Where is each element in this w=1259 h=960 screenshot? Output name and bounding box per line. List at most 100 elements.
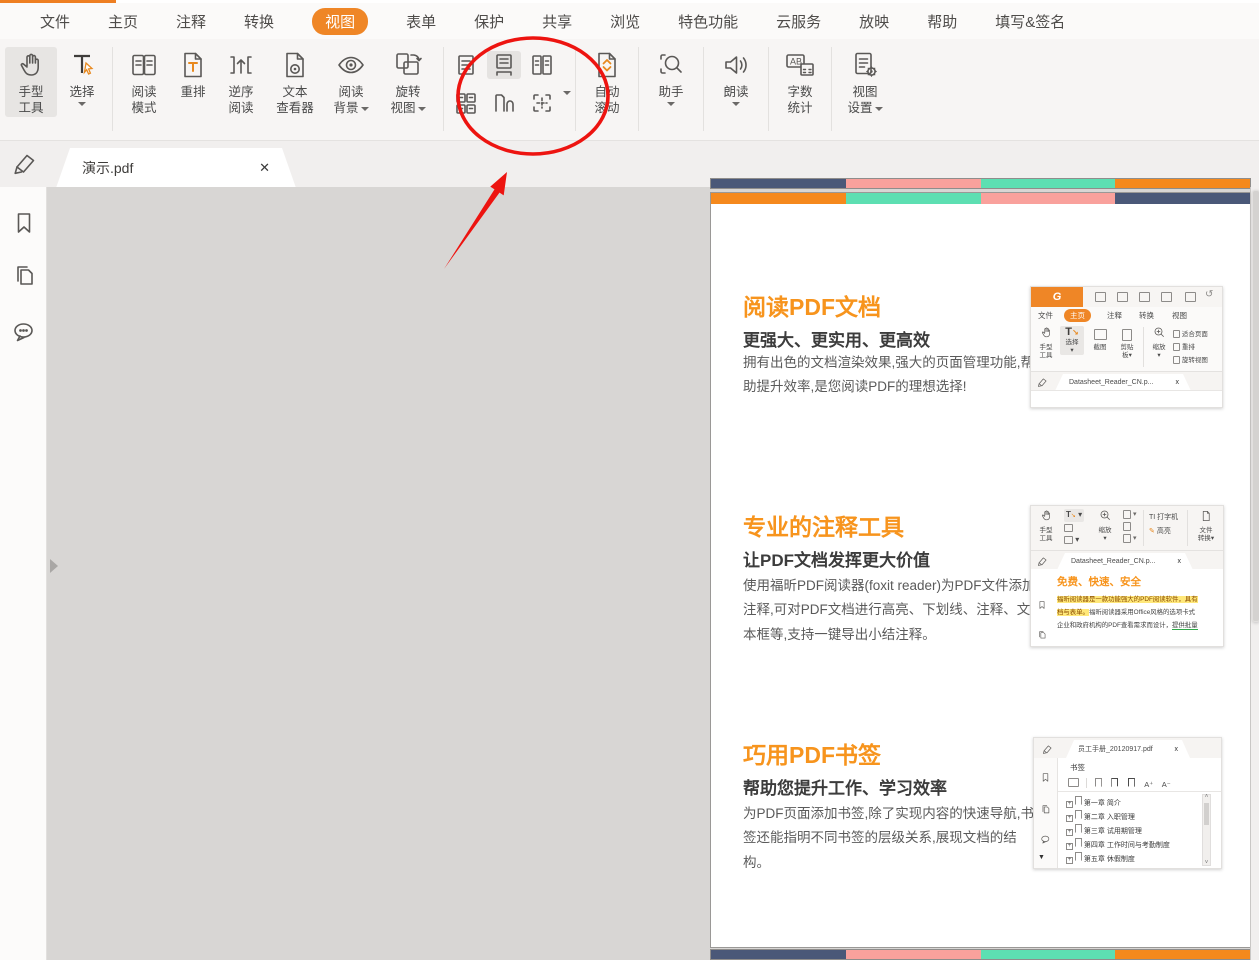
comments-panel-icon[interactable] [11, 319, 37, 350]
reading-background-button[interactable]: 阅读背景 [324, 47, 378, 117]
mini-comments-icon [1040, 832, 1051, 850]
menu-view-active[interactable]: 视图 [312, 8, 368, 35]
pages-panel-icon[interactable] [11, 263, 37, 294]
word-count-icon: AB [783, 49, 817, 81]
mini-overflow-arrow: ▼ [1038, 854, 1045, 861]
tab-close-icon[interactable]: ✕ [259, 160, 270, 176]
menu-protect[interactable]: 保护 [474, 11, 504, 32]
auto-scroll-button[interactable]: 自动滚动 [581, 47, 633, 117]
scrollbar-thumb[interactable] [1252, 190, 1259, 622]
mini-page-stack: ▾ ▾ [1123, 509, 1136, 545]
mini-bookmark-icon [1037, 597, 1047, 615]
eye-icon [336, 49, 366, 81]
menu-cloud[interactable]: 云服务 [776, 11, 821, 32]
menu-present[interactable]: 放映 [859, 11, 889, 32]
assistant-magnifier-icon [656, 49, 686, 81]
menu-share[interactable]: 共享 [542, 11, 572, 32]
section-subtitle: 更强大、更实用、更高效 [743, 326, 930, 351]
hand-tool-button[interactable]: 手型 工具 [5, 47, 57, 117]
chevron-down-icon [667, 102, 675, 106]
toolbar-divider [443, 47, 444, 131]
text-viewer-button[interactable]: 文本查看器 [266, 47, 324, 117]
text-viewer-icon [280, 49, 310, 81]
read-aloud-button[interactable]: 朗读 [709, 47, 763, 106]
menu-home[interactable]: 主页 [108, 11, 138, 32]
next-page-top-stripe [710, 949, 1251, 960]
chevron-down-icon [418, 107, 426, 111]
chevron-down-icon [78, 102, 86, 106]
chevron-down-icon[interactable] [563, 91, 571, 95]
mini-menu-view: 视图 [1172, 310, 1187, 321]
pencil-icon[interactable] [12, 151, 38, 182]
reflow-button[interactable]: 重排 [170, 47, 216, 100]
prev-page-bottom-stripe [710, 178, 1251, 189]
section-title-read-pdf: 阅读PDF文档 [743, 288, 881, 322]
facing-layout-button[interactable] [525, 51, 559, 79]
reflow-page-icon [178, 49, 208, 81]
sidebar-expand-handle[interactable] [50, 559, 58, 573]
menu-convert[interactable]: 转换 [244, 11, 274, 32]
mini-content-heading: 免费、快速、安全 [1057, 574, 1141, 589]
mini-tool-stack: T↘ ▾ ▾ [1064, 509, 1084, 546]
select-tool-button[interactable]: 选择 [57, 47, 107, 106]
speaker-icon [721, 49, 751, 81]
bookmark-panel-icon[interactable] [11, 210, 37, 241]
menu-bar: 文件 主页 注释 转换 视图 表单 保护 共享 浏览 特色功能 云服务 放映 帮… [0, 3, 1259, 39]
mini-content-text: 福昕阅读器是一款功能强大的PDF阅读软件，具有 档与表单。福昕阅读器采用Offi… [1057, 593, 1217, 632]
add-bookmark-icon [1111, 778, 1118, 787]
navigation-sidebar [0, 187, 47, 960]
reverse-reading-icon [226, 49, 256, 81]
menu-fill-sign[interactable]: 填写&签名 [995, 11, 1065, 32]
select-tool-label: 选择 [69, 84, 94, 100]
menu-comment[interactable]: 注释 [176, 11, 206, 32]
section-subtitle: 帮助您提升工作、学习效率 [743, 774, 947, 799]
save-icon [1117, 292, 1128, 302]
tab-title: 演示.pdf [82, 158, 259, 178]
document-tab[interactable]: 演示.pdf ✕ [56, 148, 296, 188]
next-bookmark-icon [1128, 778, 1135, 787]
assistant-button[interactable]: 助手 [644, 47, 698, 106]
undo-icon: ↺ [1205, 289, 1213, 300]
foxit-logo: G [1031, 287, 1083, 307]
mini-zoom-tool: 缩放▾ [1093, 509, 1117, 543]
continuous-layout-button[interactable] [487, 51, 521, 79]
split-view-button[interactable] [525, 89, 559, 117]
reverse-reading-button[interactable]: 逆序阅读 [216, 47, 266, 117]
rotate-view-button[interactable]: 旋转视图 [378, 47, 438, 117]
auto-scroll-icon [592, 49, 622, 81]
mini-bookmark-toolbar: A⁺ A⁻ [1068, 774, 1171, 788]
mini-pages-icon [1037, 627, 1047, 645]
mini-panel-title: 书签 [1070, 762, 1085, 773]
mini-fit-options: 适合页面 重排 旋转视图 [1173, 328, 1208, 367]
open-icon [1095, 292, 1106, 302]
facing-continuous-layout-button[interactable] [449, 89, 483, 117]
menu-browse[interactable]: 浏览 [610, 11, 640, 32]
book-icon [129, 49, 159, 81]
view-settings-button[interactable]: 视图设置 [837, 47, 893, 117]
single-page-layout-button[interactable] [449, 51, 483, 79]
menu-features[interactable]: 特色功能 [678, 11, 738, 32]
section-subtitle: 让PDF文档发挥更大价值 [743, 546, 930, 571]
rotate-view-icon [393, 49, 423, 81]
separate-cover-layout-button[interactable] [487, 89, 521, 117]
mini-typewriter-highlight: TI 打字机 ✎ 高亮 [1149, 511, 1178, 539]
read-mode-button[interactable]: 阅读模式 [118, 47, 170, 117]
document-area: 阅读PDF文档 更强大、更实用、更高效 拥有出色的文档渲染效果,强大的页面管理功… [0, 187, 1259, 960]
mini-zoom-tool: 缩放▾ [1147, 326, 1171, 360]
page-top-stripe [711, 193, 1250, 204]
toolbar-divider [638, 47, 639, 131]
menu-form[interactable]: 表单 [406, 11, 436, 32]
mini-select-tool: T↘ 选择▾ [1060, 326, 1084, 355]
foxit-reader-window: 文件 主页 注释 转换 视图 表单 保护 共享 浏览 特色功能 云服务 放映 帮… [0, 0, 1259, 960]
mini-clipboard-tool: 剪贴板▾ [1115, 326, 1139, 360]
vertical-scrollbar[interactable] [1250, 187, 1259, 960]
select-text-icon [67, 49, 97, 81]
toolbar-divider [112, 47, 113, 131]
view-settings-gear-icon [850, 49, 880, 81]
toolbar-divider [768, 47, 769, 131]
menu-help[interactable]: 帮助 [927, 11, 957, 32]
mini-tab: 员工手册_20120917.pdf x [1066, 740, 1190, 758]
chevron-down-icon [732, 102, 740, 106]
menu-file[interactable]: 文件 [40, 11, 70, 32]
word-count-button[interactable]: AB 字数统计 [774, 47, 826, 117]
